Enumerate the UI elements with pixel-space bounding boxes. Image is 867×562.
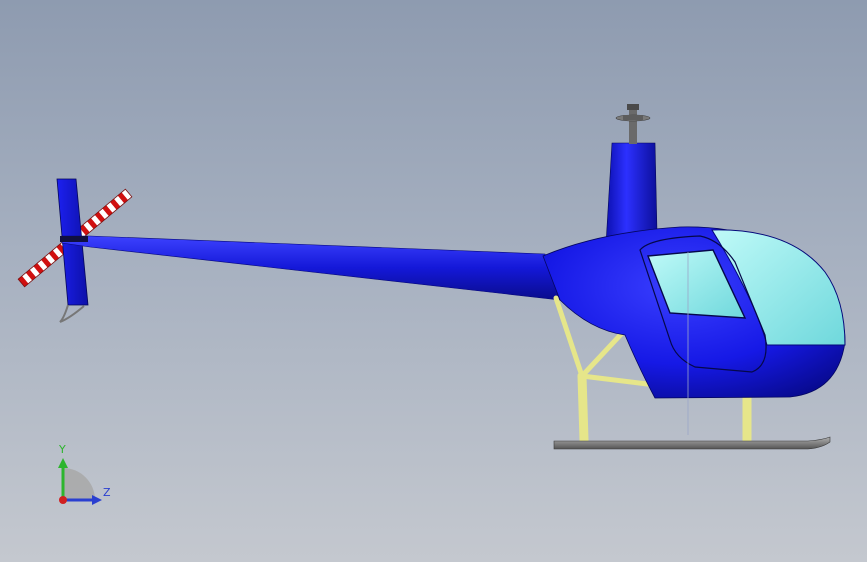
axis-z-label: Z (103, 486, 111, 499)
model-viewport[interactable]: Y Z (0, 0, 867, 562)
axis-y-label: Y (59, 443, 66, 456)
coordinate-triad-icon (58, 458, 102, 505)
